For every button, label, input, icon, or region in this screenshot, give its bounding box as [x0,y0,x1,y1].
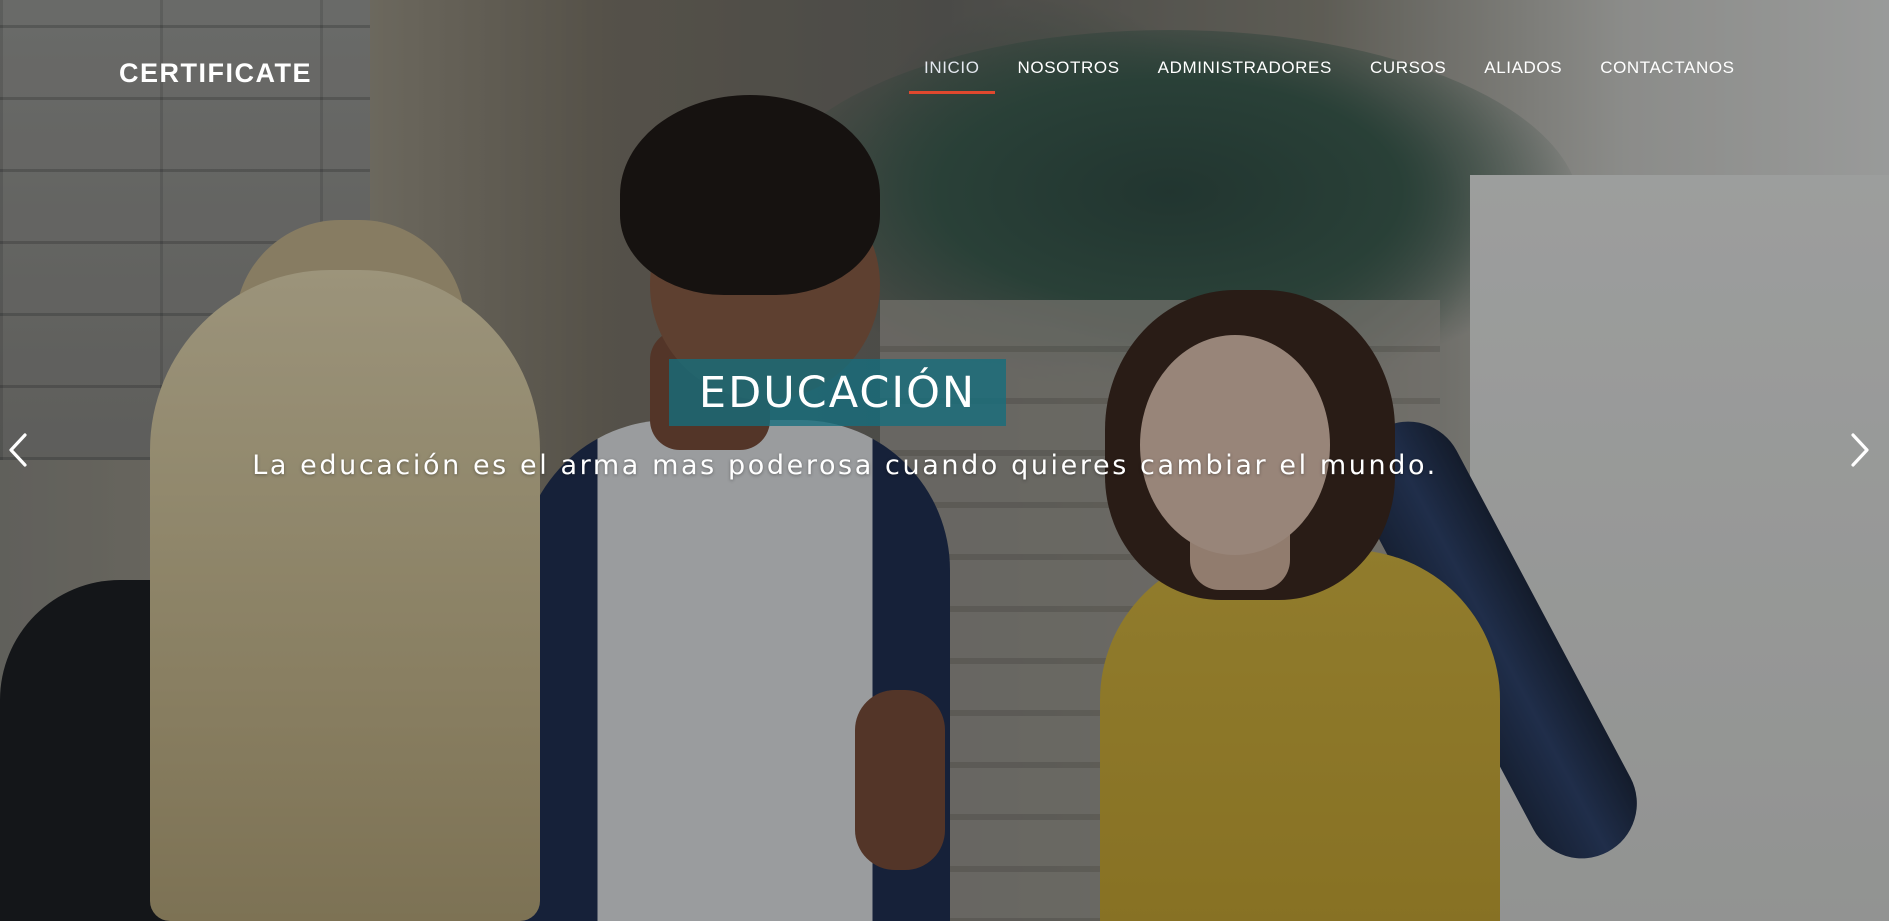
slide-title: EDUCACIÓN [698,367,977,418]
nav-link-administradores[interactable]: ADMINISTRADORES [1158,58,1332,92]
nav-item-nosotros: NOSOTROS [1018,58,1120,92]
nav-link-cursos[interactable]: CURSOS [1370,58,1446,92]
nav-link-contactanos[interactable]: CONTACTANOS [1600,58,1734,92]
nav-item-administradores: ADMINISTRADORES [1158,58,1332,92]
nav-item-cursos: CURSOS [1370,58,1446,92]
slide-subtitle: La educación es el arma mas poderosa cua… [252,450,1438,481]
nav-item-aliados: ALIADOS [1484,58,1562,92]
hero-carousel: CERTIFICATE INICIO NOSOTROS ADMINISTRADO… [0,0,1889,921]
nav-link-nosotros[interactable]: NOSOTROS [1018,58,1120,92]
top-navbar: CERTIFICATE INICIO NOSOTROS ADMINISTRADO… [0,0,1889,110]
carousel-prev-button[interactable] [0,430,36,470]
nav-link-aliados[interactable]: ALIADOS [1484,58,1562,92]
chevron-right-icon [1851,433,1869,467]
brand-logo[interactable]: CERTIFICATE [119,58,312,89]
nav-link-inicio[interactable]: INICIO [924,58,980,92]
slide-title-box: EDUCACIÓN [669,359,1006,426]
chevron-left-icon [9,433,27,467]
carousel-next-button[interactable] [1842,430,1878,470]
main-nav: INICIO NOSOTROS ADMINISTRADORES CURSOS A… [905,58,1754,94]
nav-item-contactanos: CONTACTANOS [1600,58,1734,92]
nav-item-inicio: INICIO [909,58,994,94]
